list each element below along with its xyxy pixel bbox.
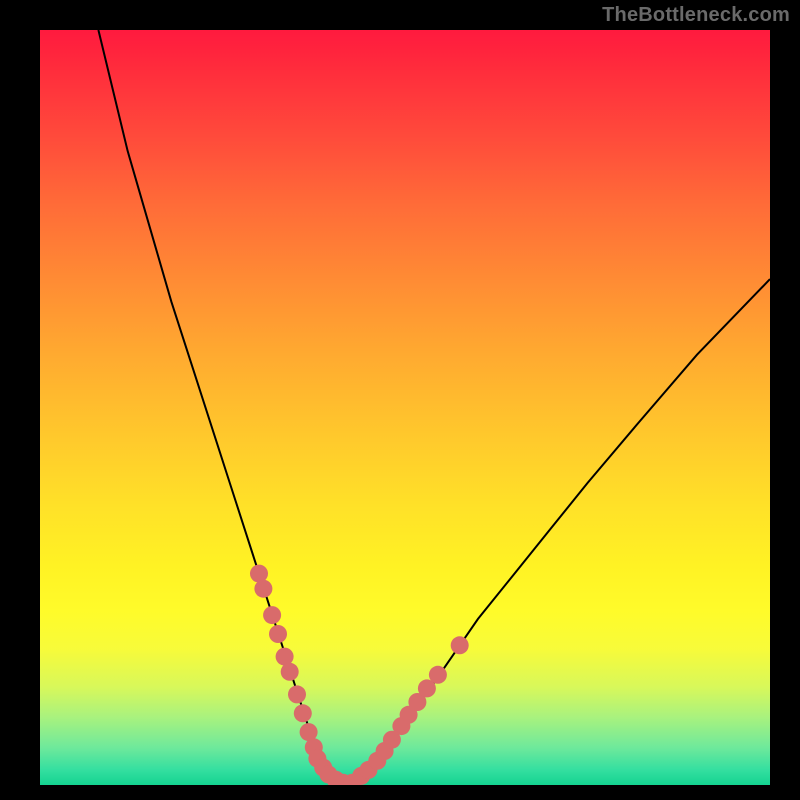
dot (288, 685, 306, 703)
dot (451, 636, 469, 654)
dot (429, 666, 447, 684)
chart-frame: TheBottleneck.com (0, 0, 800, 800)
dot (269, 625, 287, 643)
dot (254, 580, 272, 598)
chart-svg (40, 30, 770, 785)
dot (294, 704, 312, 722)
dot (281, 663, 299, 681)
dot (263, 606, 281, 624)
highlight-dots (250, 565, 469, 785)
watermark-text: TheBottleneck.com (602, 4, 790, 27)
plot-area (40, 30, 770, 785)
dot (250, 565, 268, 583)
